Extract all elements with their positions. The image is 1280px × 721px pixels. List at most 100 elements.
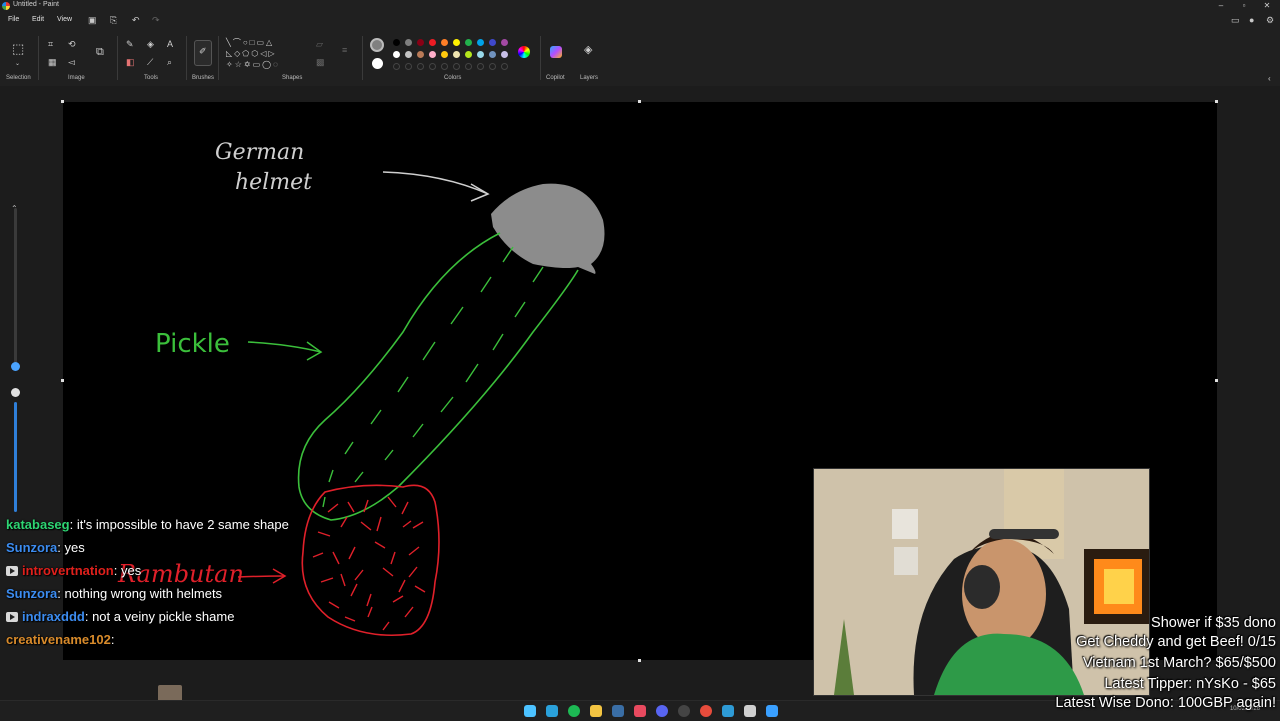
save-icon[interactable]: ▣ (88, 16, 97, 25)
resize-icon[interactable]: ⧉ (96, 47, 104, 58)
canvas-handle-left[interactable] (61, 379, 64, 382)
palette-custom-slot[interactable] (501, 63, 508, 70)
palette-color[interactable] (441, 51, 448, 58)
palette-color[interactable] (441, 39, 448, 46)
palette-custom-slot[interactable] (405, 63, 412, 70)
secondary-color-swatch[interactable] (372, 58, 383, 69)
palette-color[interactable] (477, 51, 484, 58)
palette-color[interactable] (465, 51, 472, 58)
file-explorer-icon[interactable] (590, 705, 602, 717)
canvas-handle-bottom[interactable] (638, 659, 641, 662)
palette-color[interactable] (429, 51, 436, 58)
menu-edit[interactable]: Edit (32, 16, 44, 23)
shape-fill-icon[interactable]: ▩ (316, 58, 325, 67)
magnifier-icon[interactable]: ⌕ (167, 58, 172, 67)
palette-custom-slot[interactable] (465, 63, 472, 70)
layers-icon[interactable]: ◈ (584, 45, 592, 56)
menu-file[interactable]: File (8, 16, 19, 23)
rotate-icon[interactable]: ⟲ (68, 40, 76, 49)
maximize-button[interactable]: ▫ (1233, 0, 1255, 12)
chat-username[interactable]: introvertnation (22, 563, 114, 578)
pencil-icon[interactable]: ✎ (126, 40, 134, 49)
palette-color[interactable] (405, 39, 412, 46)
helmet-label-line1: German (215, 140, 304, 165)
chat-username[interactable]: katabaseg (6, 517, 70, 532)
palette-custom-slot[interactable] (477, 63, 484, 70)
chat-username[interactable]: creativename102 (6, 632, 111, 647)
canvas-handle-tr[interactable] (1215, 100, 1218, 103)
ccleaner-icon[interactable] (744, 705, 756, 717)
palette-color[interactable] (429, 39, 436, 46)
palette-custom-slot[interactable] (453, 63, 460, 70)
collapse-ribbon-icon[interactable]: ‹ (1268, 74, 1271, 83)
chrome-icon[interactable] (700, 705, 712, 717)
canvas-handle-tl[interactable] (61, 100, 64, 103)
palette-custom-slot[interactable] (393, 63, 400, 70)
zoom-slider-thumb[interactable] (11, 362, 20, 371)
palette-color[interactable] (393, 39, 400, 46)
color-picker-icon[interactable]: ⟋ (147, 58, 153, 67)
palette-color[interactable] (477, 39, 484, 46)
palette-custom-slot[interactable] (441, 63, 448, 70)
outline-icon[interactable]: ▱ (316, 40, 323, 49)
edit-colors-icon[interactable] (518, 46, 530, 58)
chat-username[interactable]: indraxddd (22, 609, 85, 624)
selection-icon[interactable]: ⬚ (12, 42, 24, 55)
palette-color[interactable] (417, 39, 424, 46)
palette-custom-slot[interactable] (417, 63, 424, 70)
paint-icon[interactable] (766, 705, 778, 717)
settings-icon[interactable]: ⚙ (1266, 16, 1274, 25)
edge-icon[interactable] (722, 705, 734, 717)
minimize-button[interactable]: – (1210, 0, 1232, 12)
primary-color-swatch[interactable] (370, 38, 384, 52)
shapes-gallery[interactable]: ╲⌒○□▭△ ◺◇⬠⬡◁▷ ✧☆✡▭◯◌ (226, 37, 306, 73)
chat-username[interactable]: Sunzora (6, 586, 57, 601)
size-icon[interactable]: ≡ (342, 46, 347, 55)
text-icon[interactable]: A (167, 40, 173, 49)
flip-icon[interactable]: ◅ (68, 58, 75, 67)
account-icon[interactable]: ● (1249, 16, 1254, 25)
telegram-icon[interactable] (546, 705, 558, 717)
chat-message: Sunzora: nothing wrong with helmets (6, 585, 306, 602)
windows-start-icon[interactable] (524, 705, 536, 717)
eraser-icon[interactable]: ◧ (126, 58, 135, 67)
redo-icon[interactable]: ↷ (152, 16, 160, 25)
chat-username[interactable]: Sunzora (6, 540, 57, 555)
remove-background-icon[interactable]: ▦ (48, 58, 57, 67)
scroll-slider-track[interactable] (14, 402, 17, 512)
game-launcher-icon[interactable] (634, 705, 646, 717)
comment-icon[interactable]: ▭ (1231, 16, 1240, 25)
steam-icon[interactable] (612, 705, 624, 717)
brush-button[interactable]: ✐ (194, 40, 212, 66)
subscriber-badge-icon (6, 566, 18, 576)
zoom-indicator-icon[interactable] (11, 388, 20, 397)
pickle-arrow (247, 341, 323, 361)
palette-color[interactable] (417, 51, 424, 58)
chevron-down-icon[interactable]: ⌄ (15, 60, 20, 69)
palette-color[interactable] (501, 51, 508, 58)
spotify-icon[interactable] (568, 705, 580, 717)
obs-icon[interactable] (678, 705, 690, 717)
palette-custom-slot[interactable] (489, 63, 496, 70)
crop-icon[interactable]: ⌗ (48, 40, 53, 49)
zoom-slider-track[interactable] (14, 208, 17, 368)
palette-color[interactable] (489, 39, 496, 46)
palette-color[interactable] (501, 39, 508, 46)
palette-color[interactable] (489, 51, 496, 58)
close-button[interactable]: ✕ (1256, 0, 1278, 12)
share-icon[interactable]: ⎘ (110, 16, 117, 25)
menu-view[interactable]: View (57, 16, 72, 23)
copilot-icon[interactable] (550, 46, 562, 58)
canvas-handle-top[interactable] (638, 100, 641, 103)
palette-color[interactable] (453, 39, 460, 46)
palette-color[interactable] (453, 51, 460, 58)
palette-custom-slot[interactable] (429, 63, 436, 70)
pickle-outline (297, 232, 579, 521)
palette-color[interactable] (393, 51, 400, 58)
palette-color[interactable] (465, 39, 472, 46)
canvas-handle-right[interactable] (1215, 379, 1218, 382)
palette-color[interactable] (405, 51, 412, 58)
fill-icon[interactable]: ◈ (147, 40, 154, 49)
undo-icon[interactable]: ↶ (132, 16, 140, 25)
discord-icon[interactable] (656, 705, 668, 717)
